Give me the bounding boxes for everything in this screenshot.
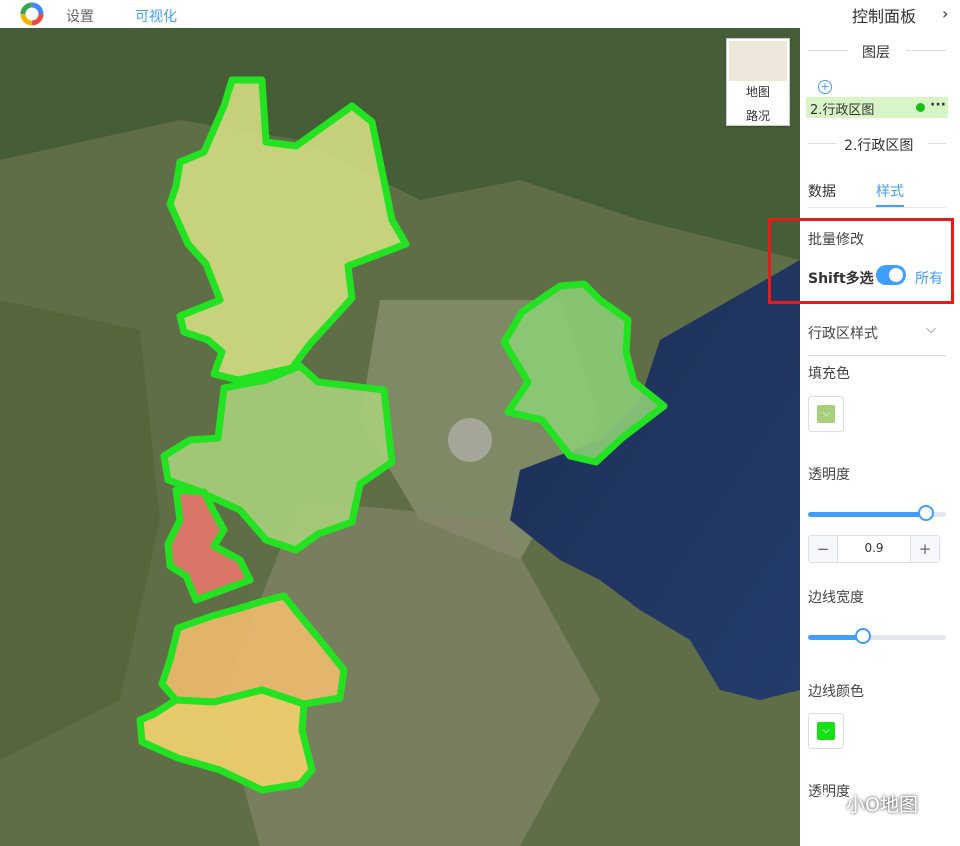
chevron-down-icon[interactable]: ⌵ bbox=[926, 322, 936, 337]
top-bar: 设置 可视化 bbox=[0, 0, 800, 28]
opacity-slider-fill bbox=[808, 512, 933, 517]
fill-color-swatch-icon: ⌵ bbox=[817, 405, 835, 423]
fill-color-picker[interactable]: ⌵ bbox=[808, 396, 844, 432]
tab-visualization[interactable]: 可视化 bbox=[135, 6, 177, 26]
opacity-value[interactable]: 0.9 bbox=[839, 541, 909, 555]
stroke-width-slider[interactable] bbox=[808, 628, 946, 644]
tabs-divider bbox=[808, 207, 946, 208]
basemap-option-map[interactable]: 地图 bbox=[727, 83, 789, 100]
divider bbox=[808, 355, 946, 356]
basemap-switcher[interactable]: 地图 路况 bbox=[726, 38, 790, 126]
layer-name: 2.行政区图 bbox=[810, 103, 875, 118]
fill-color-label: 填充色 bbox=[808, 366, 850, 382]
layer-detail-title: 2.行政区图 bbox=[844, 138, 914, 154]
stroke-color-label: 边线颜色 bbox=[808, 684, 864, 700]
add-layer-icon[interactable]: + bbox=[818, 80, 832, 94]
visibility-dot-icon[interactable] bbox=[916, 103, 925, 112]
style-dropdown-label[interactable]: 行政区样式 bbox=[808, 323, 878, 343]
layers-section-title: 图层 bbox=[862, 45, 890, 61]
satellite-map[interactable] bbox=[0, 28, 800, 846]
highlight-box bbox=[768, 218, 954, 304]
panel-title: 控制面板 bbox=[852, 7, 917, 26]
opacity-stepper[interactable]: − 0.9 + bbox=[808, 535, 940, 563]
tab-style[interactable]: 样式 bbox=[876, 181, 904, 201]
increment-button[interactable]: + bbox=[910, 536, 939, 562]
map-canvas[interactable] bbox=[0, 28, 800, 846]
divider bbox=[808, 50, 848, 51]
opacity-slider[interactable] bbox=[808, 505, 946, 521]
app-logo bbox=[20, 2, 44, 26]
basemap-option-traffic[interactable]: 路况 bbox=[727, 107, 789, 124]
basemap-thumbnail[interactable] bbox=[729, 41, 787, 81]
decrement-button[interactable]: − bbox=[809, 536, 838, 562]
wechat-icon bbox=[818, 792, 840, 809]
watermark-text: 小O地图 bbox=[846, 794, 918, 816]
stroke-color-picker[interactable]: ⌵ bbox=[808, 713, 844, 749]
city-area bbox=[448, 418, 492, 462]
opacity-label: 透明度 bbox=[808, 467, 850, 483]
divider bbox=[808, 143, 836, 144]
tab-settings[interactable]: 设置 bbox=[66, 6, 94, 26]
more-options-icon[interactable]: ··· bbox=[930, 97, 946, 113]
collapse-chevron-icon[interactable]: › bbox=[942, 4, 948, 23]
tab-data[interactable]: 数据 bbox=[808, 181, 836, 201]
stroke-color-swatch-icon: ⌵ bbox=[817, 722, 835, 740]
divider bbox=[906, 50, 946, 51]
stroke-width-label: 边线宽度 bbox=[808, 590, 864, 606]
divider bbox=[928, 143, 946, 144]
layer-item[interactable]: 2.行政区图 ··· bbox=[806, 97, 948, 118]
